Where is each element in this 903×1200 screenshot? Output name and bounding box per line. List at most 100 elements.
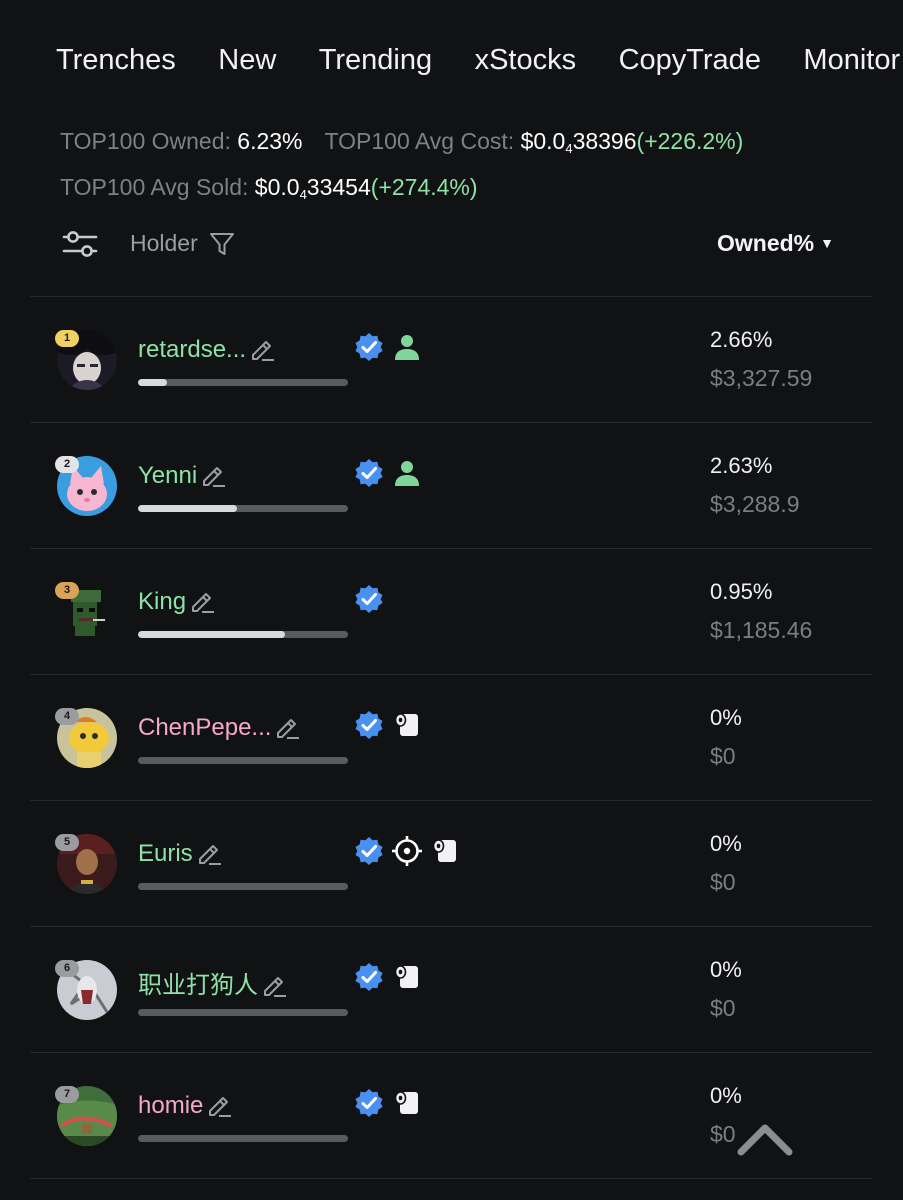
holder-tags [353, 709, 423, 741]
holder-column-label: Holder [130, 230, 198, 256]
holding-value: $0 [710, 869, 736, 895]
edit-icon[interactable] [199, 461, 227, 489]
avg-sold-change: (+274.4%) [370, 174, 478, 200]
rank-badge: 1 [55, 330, 79, 347]
holder-tags [353, 835, 461, 867]
holding-value: $1,185.46 [710, 617, 813, 643]
owned-sort-button[interactable]: Owned% ▼ [717, 230, 834, 257]
holder-name[interactable]: King [138, 587, 216, 616]
holding-bar-fill [138, 505, 237, 512]
holder-tags [353, 457, 423, 489]
rank-badge: 4 [55, 708, 79, 725]
top-nav: Trenches New Trending xStocks CopyTrade … [56, 44, 903, 88]
verified-icon [353, 457, 385, 489]
avg-cost-change: (+226.2%) [636, 128, 744, 154]
owned-percent: 2.66% [710, 327, 773, 352]
holder-name[interactable]: retardse... [138, 335, 276, 364]
rank-badge: 7 [55, 1086, 79, 1103]
holder-tags [353, 583, 385, 615]
holding-bar-fill [138, 631, 285, 638]
holding-value: $0 [710, 1121, 736, 1147]
caret-down-icon: ▼ [820, 235, 834, 251]
holder-stats: TOP100 Owned: 6.23% TOP100 Avg Cost: $0.0… [60, 122, 743, 214]
holder-name-text: King [138, 588, 187, 615]
holding-bar [138, 505, 348, 512]
holding-bar [138, 379, 348, 386]
holder-name-text: homie [138, 1092, 204, 1119]
holder-tags [353, 1087, 423, 1119]
holding-bar [138, 1135, 348, 1142]
paper-roll-icon [429, 835, 461, 867]
rank-badge: 3 [55, 582, 79, 599]
holder-name-text: ChenPepe... [138, 714, 272, 741]
holder-name[interactable]: ChenPepe... [138, 713, 301, 742]
holder-row[interactable]: 5 Euris 0% $0 [30, 801, 872, 927]
user-icon [391, 457, 423, 489]
verified-icon [353, 331, 385, 363]
edit-icon[interactable] [188, 587, 216, 615]
avg-cost-value: $0.0438396 [520, 128, 637, 156]
holder-tags [353, 961, 423, 993]
edit-icon[interactable] [205, 1091, 233, 1119]
holding-value: $3,327.59 [710, 365, 813, 391]
holder-row[interactable]: 3 King 0.95% $1,185.46 [30, 549, 872, 675]
holding-value: $0 [710, 995, 736, 1021]
owned-percent: 0% [710, 957, 742, 982]
scroll-top-icon[interactable] [735, 1120, 795, 1160]
holder-name-text: 职业打狗人 [138, 972, 258, 999]
holding-bar [138, 883, 348, 890]
owned-percent: 0.95% [710, 579, 773, 604]
holder-name[interactable]: Euris [138, 839, 223, 868]
tab-new[interactable]: New [218, 44, 276, 77]
holding-bar [138, 757, 348, 764]
rank-badge: 6 [55, 960, 79, 977]
holder-row[interactable]: 6 职业打狗人 0% $0 [30, 927, 872, 1053]
holding-bar [138, 1009, 348, 1016]
owned-percent: 2.63% [710, 453, 773, 478]
edit-icon[interactable] [260, 971, 288, 999]
paper-roll-icon [391, 1087, 423, 1119]
holder-name[interactable]: Yenni [138, 461, 227, 490]
tab-xstocks[interactable]: xStocks [475, 44, 577, 77]
avg-sold-value: $0.0433454 [254, 174, 371, 202]
paper-roll-icon [391, 709, 423, 741]
edit-icon[interactable] [195, 839, 223, 867]
holder-name-text: Euris [138, 840, 193, 867]
stats-line-1: TOP100 Owned: 6.23% TOP100 Avg Cost: $0.0… [60, 122, 743, 168]
holder-row[interactable]: 1 retardse... 2.66% $3,327.59 [30, 297, 872, 423]
tab-trenches[interactable]: Trenches [56, 44, 176, 77]
owned-percent: 0% [710, 831, 742, 856]
verified-icon [353, 835, 385, 867]
holder-name-text: Yenni [138, 462, 198, 489]
edit-icon[interactable] [248, 335, 276, 363]
sliders-icon[interactable] [62, 226, 98, 262]
holder-name[interactable]: 职业打狗人 [138, 965, 288, 1000]
holder-tags [353, 331, 423, 363]
avg-cost-label: TOP100 Avg Cost: [324, 128, 515, 154]
holding-bar-fill [138, 379, 168, 386]
holding-value: $3,288.9 [710, 491, 800, 517]
verified-icon [353, 709, 385, 741]
verified-icon [353, 961, 385, 993]
holder-name[interactable]: homie [138, 1091, 233, 1120]
funnel-filter-icon[interactable] [208, 230, 236, 258]
edit-icon[interactable] [273, 713, 301, 741]
holder-list: 1 retardse... 2.66% $3,327.59 2 Yenni 2.63% $3,… [30, 297, 872, 1179]
holder-row[interactable]: 4 ChenPepe... 0% $0 [30, 675, 872, 801]
tab-copytrade[interactable]: CopyTrade [619, 44, 761, 77]
owned-value: 6.23% [237, 128, 303, 154]
holder-name-text: retardse... [138, 336, 247, 363]
tab-monitor[interactable]: Monitor [803, 44, 900, 77]
crosshair-icon [391, 835, 423, 867]
table-header: Holder Owned% ▼ [30, 220, 872, 297]
rank-badge: 2 [55, 456, 79, 473]
holder-row[interactable]: 7 homie 0% $0 [30, 1053, 872, 1179]
tab-trending[interactable]: Trending [319, 44, 432, 77]
owned-label: TOP100 Owned: [60, 128, 231, 154]
avg-sold-label: TOP100 Avg Sold: [60, 174, 249, 200]
user-icon [391, 331, 423, 363]
rank-badge: 5 [55, 834, 79, 851]
owned-percent: 0% [710, 1083, 742, 1108]
holder-row[interactable]: 2 Yenni 2.63% $3,288.9 [30, 423, 872, 549]
paper-roll-icon [391, 961, 423, 993]
